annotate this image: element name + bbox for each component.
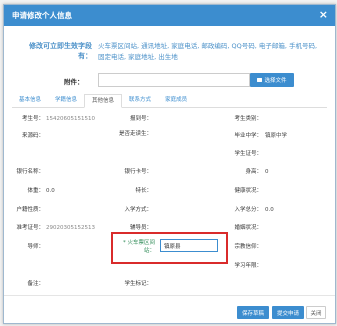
folder-icon (257, 78, 263, 82)
weight-label: 体重： (27, 188, 44, 194)
admission-ticket-value: 29020305152513 (46, 225, 95, 231)
remarks-label: 备注： (27, 281, 44, 287)
train-station-label: * 火车票区间站： (123, 240, 155, 254)
religion-label: 宗教信仰： (234, 244, 262, 250)
report-number-label: 报到号： (129, 116, 152, 122)
admission-ticket-label: 准考证号： (16, 225, 44, 231)
choose-file-label: 选择文件 (264, 78, 287, 84)
close-icon[interactable]: × (319, 9, 328, 20)
bank-card-label: 银行卡号： (124, 169, 152, 175)
height-value: 0 (265, 169, 269, 175)
dialog-footer-divider (4, 295, 335, 296)
train-station-input[interactable]: 镇原县 (160, 239, 218, 252)
study-years-label: 学习年限： (234, 263, 262, 269)
candidate-type-label: 考生类别： (234, 116, 262, 122)
height-label: 身高： (245, 169, 262, 175)
marital-status-label: 婚姻状况： (234, 225, 262, 231)
exam-number-value: 15420605151510 (46, 116, 95, 122)
info-tabs: 基本信息 学籍信息 其他信息 联系方式 家庭成员 (12, 94, 327, 108)
bank-name-label: 银行名称： (16, 169, 44, 175)
exam-number-label: 考生号： (21, 116, 44, 122)
student-id-label: 学生证号： (234, 151, 262, 157)
source-code-label: 来源码： (21, 133, 44, 139)
dialog-titlebar: 申请修改个人信息 × (4, 5, 335, 26)
tab-contact[interactable]: 联系方式 (122, 94, 158, 106)
editable-fields-label: 修改可立即生效字段有： (29, 42, 92, 60)
edit-info-dialog: 申请修改个人信息 × 修改可立即生效字段有： 火车票区间站, 通讯地址, 家庭电… (3, 4, 336, 324)
choose-file-button[interactable]: 选择文件 (250, 73, 294, 87)
attachment-input[interactable] (98, 73, 250, 87)
graduated-school-value: 镇原中学 (265, 133, 288, 139)
admission-score-label: 入学总分： (234, 207, 262, 213)
submit-button[interactable]: 提交申请 (272, 306, 304, 319)
editable-fields-list: 火车票区间站, 通讯地址, 家庭电话, 邮政编码, QQ号码, 电子邮箱, 手机… (98, 42, 318, 61)
tab-student-status[interactable]: 学籍信息 (48, 94, 84, 106)
health-label: 健康状况： (234, 188, 262, 194)
dialog-title: 申请修改个人信息 (12, 11, 72, 20)
day-student-label: 是否走读生： (118, 131, 152, 137)
graduated-school-label: 毕业中学： (234, 133, 262, 139)
save-draft-button[interactable]: 保存草稿 (237, 306, 269, 319)
tab-basic-info[interactable]: 基本信息 (12, 94, 48, 106)
tab-other-info[interactable]: 其他信息 (84, 94, 123, 108)
other-info-form: 考生号： 15420605151510 报到号： 考生类别： 来源码： 是否走读… (12, 111, 327, 291)
close-button[interactable]: 关闭 (306, 306, 326, 319)
specialty-label: 特长： (135, 188, 152, 194)
supervisor-label: 导师： (27, 244, 44, 250)
household-type-label: 户籍性质： (16, 207, 44, 213)
weight-value: 0.0 (46, 188, 55, 194)
admission-score-value: 0.0 (265, 207, 274, 213)
counselor-label: 辅导员： (129, 225, 152, 231)
student-mark-label: 学生标记： (124, 281, 152, 287)
attachment-label: 附件： (64, 78, 84, 86)
tab-family[interactable]: 家庭成员 (158, 94, 194, 106)
admission-method-label: 入学方式： (124, 207, 152, 213)
